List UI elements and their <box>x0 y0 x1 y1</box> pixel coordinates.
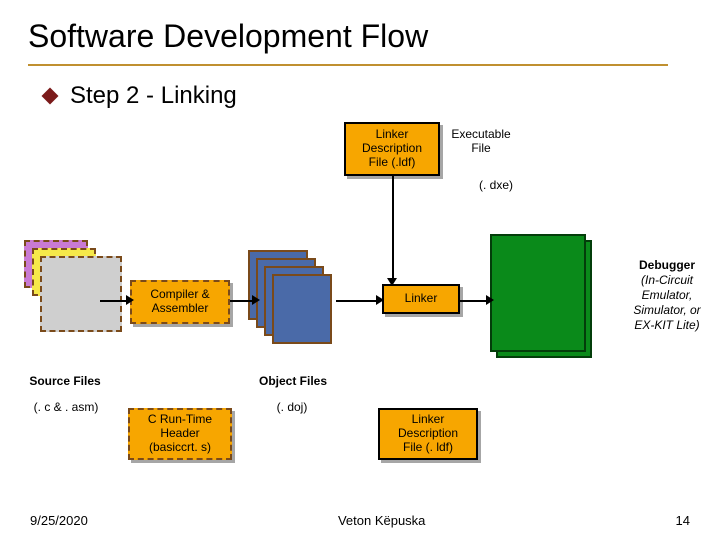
arrow-src-to-compiler <box>100 300 128 302</box>
object-ext-caption: (. doj) <box>262 400 322 414</box>
ldf-top-l2: Description <box>362 142 422 156</box>
exe-ext: (. dxe) <box>466 178 526 192</box>
debugger-heading: Debugger <box>622 258 712 273</box>
ldf-top-l3: File (.ldf) <box>369 156 416 170</box>
footer-page: 14 <box>676 513 690 528</box>
source-stack <box>24 258 124 358</box>
ldf-bot-l2: Description <box>398 427 458 441</box>
exe-l2: File <box>471 141 490 155</box>
debugger-sub: (In-Circuit Emulator, Simulator, or EX-K… <box>622 273 712 333</box>
exe-l1: Executable <box>451 127 510 141</box>
footer-date: 9/25/2020 <box>30 513 88 528</box>
footer: 9/25/2020 Veton Këpuska 14 <box>0 513 720 528</box>
ldf-bot-l1: Linker <box>412 413 445 427</box>
bullet-row: Step 2 - Linking <box>44 82 237 110</box>
diamond-icon <box>42 88 59 105</box>
arrow-obj-to-linker <box>336 300 378 302</box>
compiler-assembler-box: Compiler & Assembler <box>130 280 230 324</box>
arrowhead-ldf-to-linker <box>387 278 397 286</box>
arrowhead-obj-to-linker <box>376 295 384 305</box>
source-ext-caption: (. c & . asm) <box>20 400 112 414</box>
debugger-label: Debugger (In-Circuit Emulator, Simulator… <box>622 258 712 333</box>
footer-author: Veton Këpuska <box>338 513 425 528</box>
slide-title: Software Development Flow <box>0 0 720 55</box>
object-files-caption: Object Files <box>248 374 338 388</box>
compiler-l1: Compiler & <box>150 288 209 302</box>
object-stack <box>248 250 348 350</box>
source-files-caption: Source Files <box>20 374 110 388</box>
title-underline <box>28 64 668 66</box>
ldf-top-l1: Linker <box>376 128 409 142</box>
crt-box: C Run-Time Header (basiccrt. s) <box>128 408 232 460</box>
arrow-linker-to-exe <box>460 300 488 302</box>
linker-label: Linker <box>405 292 438 306</box>
arrow-compiler-to-obj <box>230 300 254 302</box>
ldf-bot-l3: File (. ldf) <box>403 441 453 455</box>
arrow-ldf-to-linker <box>392 176 394 280</box>
crt-l3: (basiccrt. s) <box>149 441 211 455</box>
ldf-top-box: Linker Description File (.ldf) <box>344 122 440 176</box>
arrowhead-compiler-to-obj <box>252 295 260 305</box>
linker-box: Linker <box>382 284 460 314</box>
crt-l2: Header <box>160 427 199 441</box>
arrowhead-src-to-compiler <box>126 295 134 305</box>
crt-l1: C Run-Time <box>148 413 212 427</box>
executable-label: Executable File <box>442 127 520 156</box>
compiler-l2: Assembler <box>152 302 209 316</box>
ldf-bottom-box: Linker Description File (. ldf) <box>378 408 478 460</box>
executable-stack <box>490 234 600 364</box>
bullet-text: Step 2 - Linking <box>70 82 237 110</box>
arrowhead-linker-to-exe <box>486 295 494 305</box>
